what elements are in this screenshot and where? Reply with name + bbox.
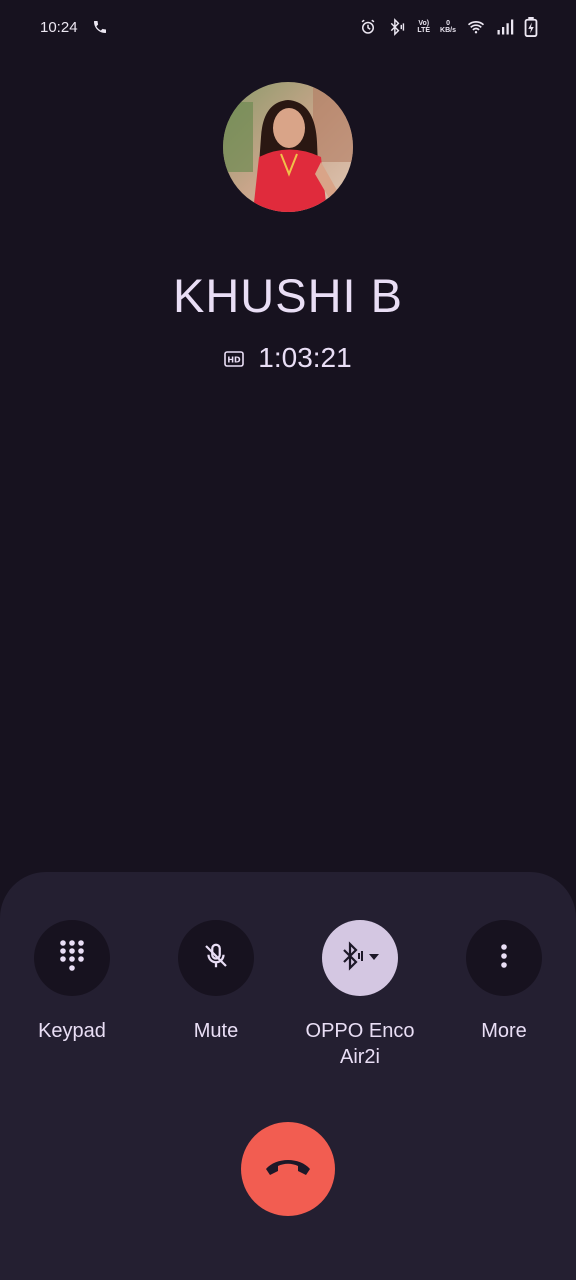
mute-action[interactable]: Mute <box>144 920 288 1044</box>
battery-charging-icon <box>524 17 538 37</box>
keypad-button[interactable] <box>34 920 110 996</box>
contact-name: KHUSHI B <box>173 269 403 322</box>
mute-label: Mute <box>193 1020 239 1042</box>
volte-icon: Vo) LTE <box>417 20 431 34</box>
network-speed: 0 KB/s <box>440 20 456 34</box>
dialpad-icon <box>59 939 85 978</box>
bluetooth-connected-icon <box>387 18 407 36</box>
audio-route-label: OPPO Enco Air2i <box>305 1020 415 1068</box>
ongoing-call-icon <box>92 19 108 35</box>
audio-route-button[interactable] <box>322 920 398 996</box>
more-label: More <box>481 1020 527 1042</box>
mute-button[interactable] <box>178 920 254 996</box>
keypad-action[interactable]: Keypad <box>0 920 144 1044</box>
wifi-icon <box>466 18 486 36</box>
call-duration: 1:03:21 <box>258 342 352 373</box>
mic-off-icon <box>201 941 231 976</box>
svg-text:HD: HD <box>228 356 242 365</box>
call-end-icon <box>262 1155 314 1184</box>
more-action[interactable]: More <box>432 920 576 1044</box>
signal-strength-icon <box>496 18 514 36</box>
more-vert-icon <box>500 943 508 974</box>
status-time: 10:24 <box>40 18 78 36</box>
more-button[interactable] <box>466 920 542 996</box>
end-call-button[interactable] <box>241 1122 335 1216</box>
call-info: HD 1:03:21 <box>0 342 576 374</box>
audio-route-action[interactable]: OPPO Enco Air2i <box>288 920 432 1070</box>
bluetooth-audio-icon <box>338 940 382 976</box>
keypad-label: Keypad <box>38 1020 106 1042</box>
status-bar: 10:24 Vo) LTE 0 KB/s <box>0 0 576 54</box>
contact-avatar <box>223 82 353 212</box>
alarm-icon <box>359 18 377 36</box>
hd-voice-icon: HD <box>224 342 245 374</box>
in-call-screen: 10:24 Vo) LTE 0 KB/s KHUSHI B HD 1:03:21… <box>0 0 576 1280</box>
